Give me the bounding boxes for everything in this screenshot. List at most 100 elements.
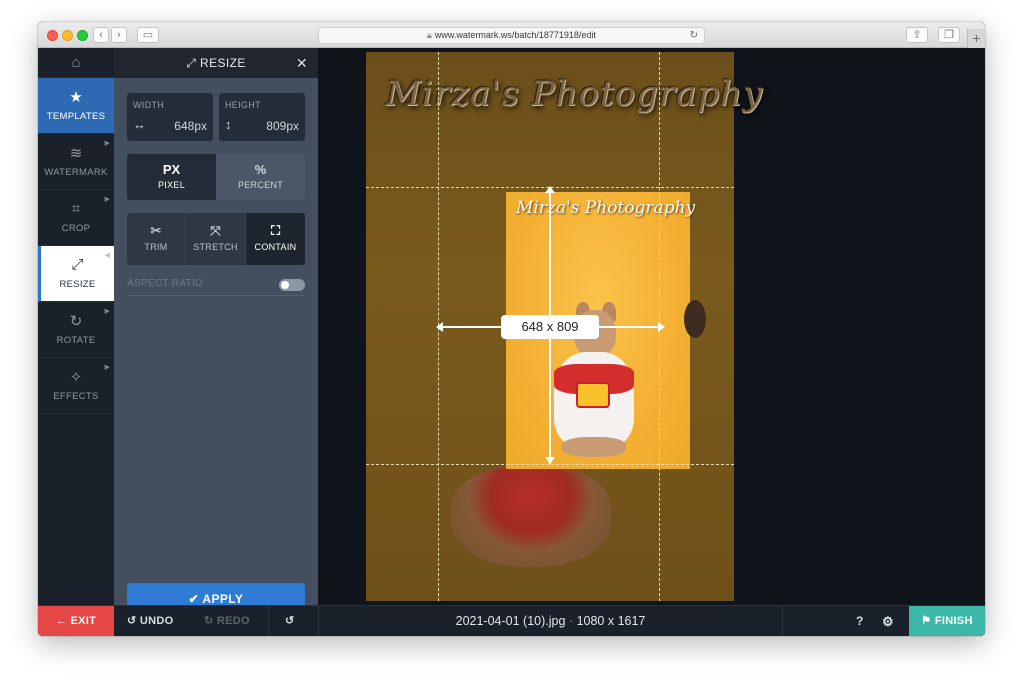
sidebar-icon[interactable]: ▭ bbox=[137, 27, 159, 43]
new-tab-icon[interactable]: + bbox=[967, 29, 985, 48]
unit-pixel-symbol: PX bbox=[162, 162, 181, 177]
resize-icon: ⤢ bbox=[186, 56, 197, 70]
gear-icon: ⚙ bbox=[882, 614, 894, 629]
redo-button[interactable]: ↻ REDO bbox=[204, 606, 250, 636]
arrow-up-icon bbox=[545, 186, 555, 193]
sidebar-item-home[interactable]: ⌂ bbox=[38, 48, 114, 78]
close-window-button[interactable] bbox=[47, 30, 58, 41]
arrow-right-icon bbox=[658, 322, 665, 332]
file-name: 2021-04-01 (10).jpg bbox=[455, 614, 566, 628]
sidebar-item-label: WATERMARK bbox=[44, 167, 108, 178]
star-icon: ★ bbox=[69, 89, 83, 106]
finish-label: FINISH bbox=[934, 615, 973, 627]
dog-legs bbox=[562, 437, 626, 457]
layers-icon: ≋ bbox=[69, 145, 83, 162]
vertical-arrows-icon: ↕ bbox=[225, 117, 232, 132]
arrow-down-icon bbox=[545, 457, 555, 464]
apply-label: APPLY bbox=[202, 592, 244, 606]
magic-wand-icon: ✧ bbox=[69, 369, 83, 386]
sidebar-item-effects[interactable]: ▶ ✧ EFFECTS bbox=[38, 358, 114, 414]
image-canvas: Mirza's Photography Mirza's Photography bbox=[318, 48, 985, 605]
aspect-ratio-label: ASPECT RATIO bbox=[127, 278, 204, 289]
unit-pixel-button[interactable]: PX PIXEL bbox=[127, 154, 216, 200]
home-icon: ⌂ bbox=[71, 54, 81, 71]
crop-icon: ⌗ bbox=[71, 200, 81, 217]
undo-icon: ↺ bbox=[127, 615, 137, 627]
back-icon[interactable]: ‹ bbox=[93, 27, 109, 43]
chevron-right-icon: ▶ bbox=[104, 196, 110, 203]
size-badge: 648 x 809 bbox=[501, 315, 599, 339]
chevron-right-icon: ▶ bbox=[104, 140, 110, 147]
height-value: 809px bbox=[266, 119, 299, 133]
arrow-left-icon bbox=[436, 322, 443, 332]
sidebar-item-crop[interactable]: ▶ ⌗ CROP bbox=[38, 190, 114, 246]
history-button[interactable]: ↺ bbox=[285, 606, 295, 636]
fries-print bbox=[576, 382, 610, 408]
help-button[interactable]: ? bbox=[856, 606, 864, 636]
unit-percent-label: PERCENT bbox=[237, 180, 284, 190]
chevron-right-icon: ▶ bbox=[104, 364, 110, 371]
undo-button[interactable]: ↺ UNDO bbox=[127, 606, 173, 636]
flag-icon: ⚑ bbox=[921, 615, 932, 627]
trim-label: TRIM bbox=[144, 242, 168, 252]
browser-window: ‹ › ▭ 🔒︎ www.watermark.ws/batch/18771918/… bbox=[38, 22, 985, 636]
minimize-window-button[interactable] bbox=[62, 30, 73, 41]
unit-pixel-label: PIXEL bbox=[157, 180, 185, 190]
url-text: www.watermark.ws/batch/18771918/edit bbox=[434, 30, 596, 40]
width-value: 648px bbox=[174, 119, 207, 133]
preview-watermark-text: Mirza's Photography bbox=[516, 198, 696, 218]
tool-sidebar: ⌂ ★ TEMPLATES ▶ ≋ WATERMARK ▶ ⌗ CROP ◀ ⤢… bbox=[38, 48, 114, 605]
height-field[interactable]: HEIGHT ↕ 809px bbox=[219, 93, 305, 141]
sidebar-item-resize[interactable]: ◀ ⤢ RESIZE bbox=[38, 246, 114, 302]
sidebar-item-label: RESIZE bbox=[59, 279, 96, 290]
sidebar-item-rotate[interactable]: ▶ ↻ ROTATE bbox=[38, 302, 114, 358]
contain-label: CONTAIN bbox=[254, 242, 297, 252]
reload-icon[interactable]: ↻ bbox=[690, 28, 698, 43]
aspect-ratio-toggle[interactable] bbox=[279, 279, 305, 291]
unit-percent-button[interactable]: % PERCENT bbox=[216, 154, 305, 200]
close-icon[interactable]: ✕ bbox=[296, 48, 308, 78]
stretch-label: STRETCH bbox=[193, 242, 238, 252]
address-bar[interactable]: 🔒︎ www.watermark.ws/batch/18771918/edit ↻ bbox=[318, 27, 705, 44]
sidebar-item-label: ROTATE bbox=[56, 335, 96, 346]
exit-button[interactable]: ← EXIT bbox=[38, 606, 114, 636]
chevron-right-icon: ▶ bbox=[104, 308, 110, 315]
file-info: 2021-04-01 (10).jpg · 1080 x 1617 bbox=[318, 606, 783, 636]
arrow-left-icon: ← bbox=[55, 615, 68, 627]
unit-selector: PX PIXEL % PERCENT bbox=[127, 154, 305, 200]
exit-label: EXIT bbox=[70, 615, 97, 627]
sidebar-item-templates[interactable]: ★ TEMPLATES bbox=[38, 78, 114, 134]
share-icon[interactable]: ⇪ bbox=[906, 27, 928, 43]
contain-button[interactable]: ⛶ CONTAIN bbox=[246, 213, 305, 265]
history-icon: ↺ bbox=[285, 615, 295, 627]
expand-icon: ⤧ bbox=[210, 223, 221, 238]
background-watermark-text: Mirza's Photography bbox=[386, 74, 764, 114]
trim-button[interactable]: ✂ TRIM bbox=[127, 213, 186, 265]
bottom-toolbar: ← EXIT ↺ UNDO ↻ REDO ↺ 2021-04-01 (10).j… bbox=[38, 605, 985, 636]
redo-icon: ↻ bbox=[204, 615, 214, 627]
unit-percent-symbol: % bbox=[254, 162, 267, 177]
panel-header: ⤢ RESIZE ✕ bbox=[114, 48, 318, 78]
divider bbox=[268, 606, 269, 636]
chevron-left-icon: ◀ bbox=[104, 252, 110, 259]
settings-button[interactable]: ⚙ bbox=[882, 606, 894, 636]
sidebar-item-watermark[interactable]: ▶ ≋ WATERMARK bbox=[38, 134, 114, 190]
fullscreen-icon: ⛶ bbox=[270, 223, 281, 238]
forward-icon[interactable]: › bbox=[111, 27, 127, 43]
finish-button[interactable]: ⚑ FINISH bbox=[909, 606, 985, 636]
tabs-icon[interactable]: ❐ bbox=[938, 27, 960, 43]
background-dog-head bbox=[684, 300, 706, 338]
rotate-icon: ↻ bbox=[69, 313, 83, 330]
resize-mode-selector: ✂ TRIM ⤧ STRETCH ⛶ CONTAIN bbox=[127, 213, 305, 265]
panel-title: RESIZE bbox=[200, 56, 246, 70]
file-dimensions: 1080 x 1617 bbox=[576, 614, 646, 628]
width-label: WIDTH bbox=[133, 100, 164, 110]
sidebar-item-label: TEMPLATES bbox=[46, 111, 106, 122]
stretch-button[interactable]: ⤧ STRETCH bbox=[186, 213, 246, 265]
help-icon: ? bbox=[856, 614, 864, 628]
redo-label: REDO bbox=[216, 615, 250, 627]
zoom-window-button[interactable] bbox=[77, 30, 88, 41]
width-field[interactable]: WIDTH ↔ 648px bbox=[127, 93, 213, 141]
background-dog-image bbox=[451, 467, 611, 567]
original-image-background: Mirza's Photography Mirza's Photography bbox=[366, 52, 762, 601]
